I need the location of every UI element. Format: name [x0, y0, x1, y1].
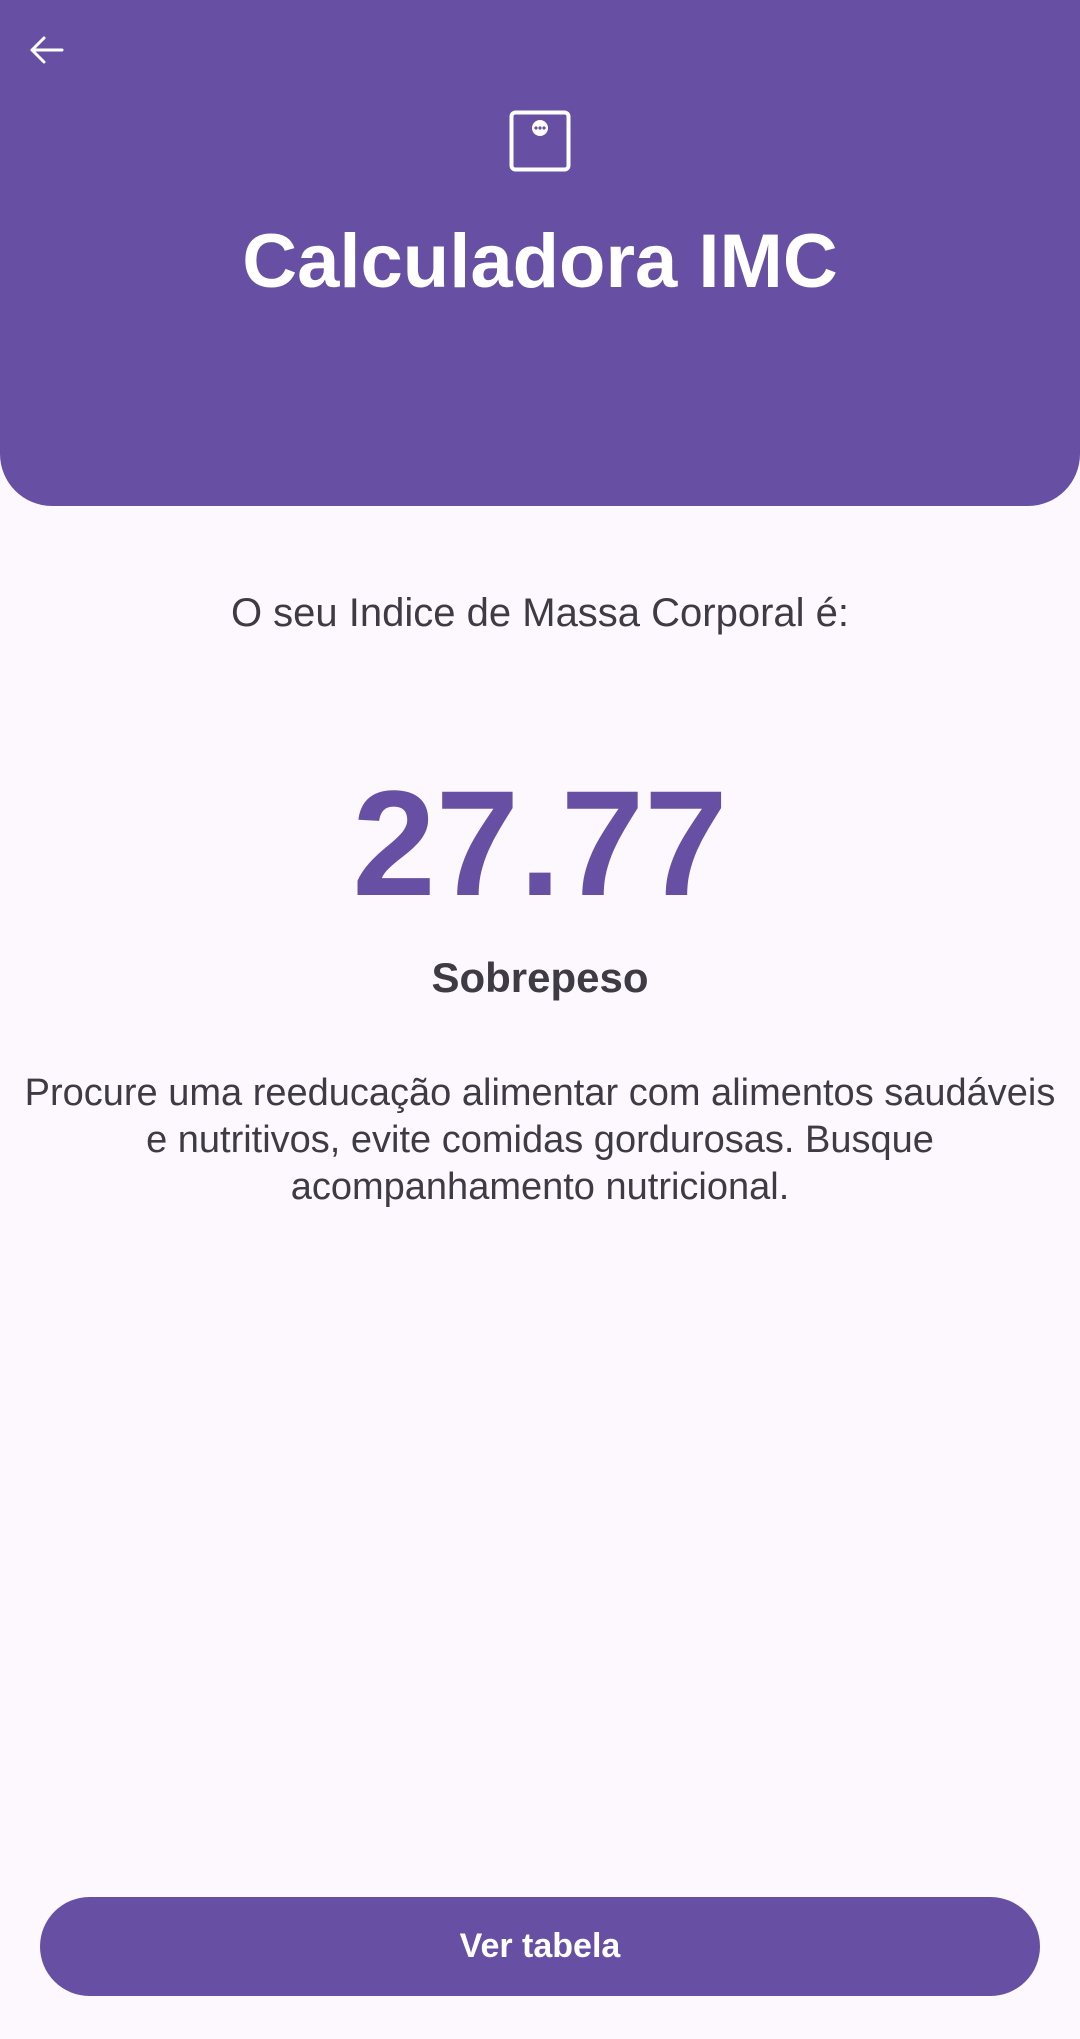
view-table-label: Ver tabela: [459, 1927, 621, 1965]
view-table-button[interactable]: Ver tabela: [40, 1897, 1040, 1996]
app-header: Calculadora IMC: [0, 0, 1080, 506]
bmi-category: Sobrepeso: [431, 954, 649, 1001]
result-intro-text: O seu Indice de Massa Corporal é:: [230, 591, 850, 635]
bmi-value: 27.77: [352, 759, 728, 927]
arrow-left-icon: [30, 36, 64, 64]
advice-text: Procure uma reeducação alimentar com ali…: [24, 1072, 1056, 1208]
back-button[interactable]: [18, 22, 74, 78]
page-title: Calculadora IMC: [242, 219, 838, 304]
scale-icon: [509, 110, 571, 172]
